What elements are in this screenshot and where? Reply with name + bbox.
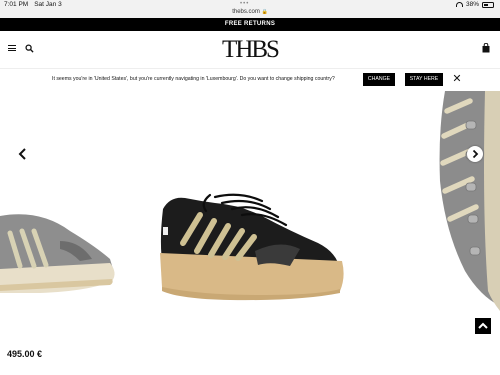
- chevron-up-icon[interactable]: [475, 318, 491, 334]
- address-url[interactable]: thebs.com: [232, 9, 260, 15]
- lock-icon: 🔒: [261, 9, 268, 15]
- site-logo[interactable]: THBS: [200, 35, 300, 65]
- wifi-icon: [455, 2, 463, 7]
- stay-here-button[interactable]: STAY HERE: [405, 73, 443, 86]
- address-bar[interactable]: thebs.com 🔒: [0, 9, 500, 15]
- hamburger-icon[interactable]: [8, 45, 16, 52]
- product-image-next[interactable]: [439, 91, 500, 311]
- product-image-prev[interactable]: [0, 214, 115, 293]
- promo-text[interactable]: FREE RETURNS: [225, 21, 275, 27]
- status-time: 7:01 PM: [4, 1, 29, 8]
- promo-banner[interactable]: FREE RETURNS: [0, 18, 500, 31]
- product-price: 495.00 €: [7, 349, 43, 359]
- search-icon[interactable]: [25, 44, 34, 53]
- product-image-carousel[interactable]: [0, 91, 500, 341]
- site-header: THBS: [0, 31, 500, 69]
- tab-overview-dots[interactable]: •••: [240, 1, 249, 7]
- shipping-country-banner: It seems you're in 'United States', but …: [0, 69, 500, 91]
- battery-icon: [482, 1, 494, 8]
- battery-percent: 38%: [465, 1, 479, 8]
- status-time-date: 7:01 PM Sat Jan 3: [4, 1, 62, 8]
- shopping-bag-icon[interactable]: [482, 43, 490, 53]
- back-to-top-button[interactable]: [475, 318, 491, 334]
- chevron-left-icon[interactable]: [17, 147, 29, 161]
- carousel-images: [0, 91, 500, 311]
- status-indicators: 38%: [455, 1, 494, 8]
- shipping-country-message: It seems you're in 'United States', but …: [52, 76, 335, 82]
- product-image-current[interactable]: [160, 193, 344, 301]
- next-image-button[interactable]: [467, 146, 483, 162]
- chevron-right-icon[interactable]: [467, 146, 483, 162]
- close-icon[interactable]: ✕: [452, 73, 462, 85]
- ios-status-bar: 7:01 PM Sat Jan 3 ••• thebs.com 🔒 38%: [0, 0, 500, 18]
- status-date: Sat Jan 3: [34, 1, 62, 8]
- change-country-button[interactable]: CHANGE: [363, 73, 395, 86]
